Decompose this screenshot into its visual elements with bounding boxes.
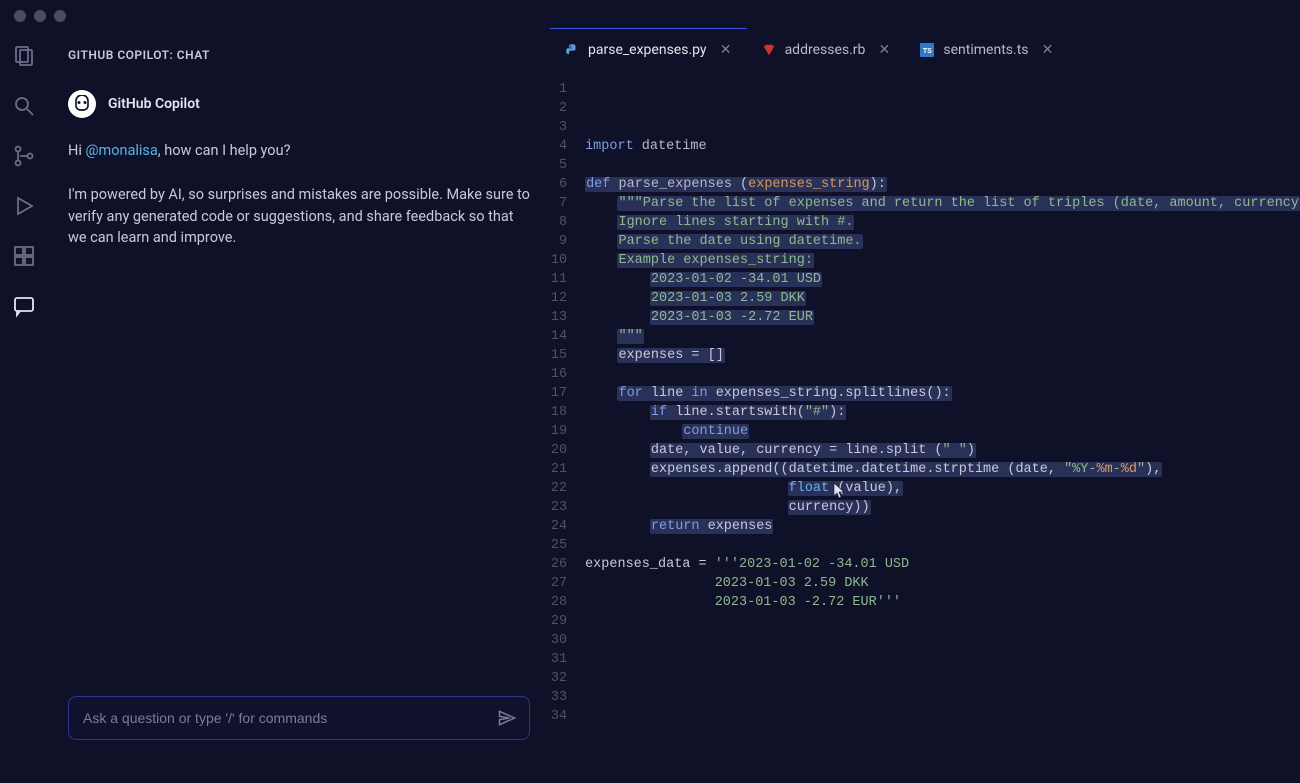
maximize-dot[interactable] [54, 10, 66, 22]
close-dot[interactable] [14, 10, 26, 22]
code-content[interactable]: import datetimedef parse_expenses (expen… [585, 80, 1300, 783]
tab-addresses[interactable]: addresses.rb ✕ [747, 28, 906, 70]
close-icon[interactable]: ✕ [719, 43, 733, 57]
minimize-dot[interactable] [34, 10, 46, 22]
chat-input[interactable] [83, 710, 497, 726]
copilot-avatar-icon [68, 90, 96, 118]
python-icon [564, 42, 580, 58]
line-gutter: 1234567891011121314151617181920212223242… [550, 80, 585, 783]
explorer-icon[interactable] [12, 44, 36, 68]
tab-sentiments[interactable]: TS sentiments.ts ✕ [905, 28, 1068, 70]
copilot-chat-panel: GITHUB COPILOT: CHAT GitHub Copilot Hi @… [48, 28, 550, 756]
tab-label: addresses.rb [785, 42, 866, 58]
ts-icon: TS [919, 42, 935, 58]
chat-panel-title: GITHUB COPILOT: CHAT [68, 48, 530, 62]
close-icon[interactable]: ✕ [1041, 43, 1055, 57]
chat-greeting: Hi @monalisa, how can I help you? [68, 140, 530, 162]
greeting-pre: Hi [68, 142, 85, 159]
send-icon[interactable] [497, 708, 517, 728]
code-area[interactable]: 1234567891011121314151617181920212223242… [550, 70, 1300, 783]
chat-notice: I'm powered by AI, so surprises and mist… [68, 184, 530, 249]
extensions-icon[interactable] [12, 244, 36, 268]
ruby-icon [761, 42, 777, 58]
activity-bar [0, 28, 48, 756]
window-controls [14, 10, 66, 22]
bot-name: GitHub Copilot [108, 96, 200, 112]
mouse-cursor-icon [768, 463, 782, 481]
tab-label: sentiments.ts [943, 42, 1028, 58]
run-debug-icon[interactable] [12, 194, 36, 218]
chat-icon[interactable] [12, 294, 36, 318]
source-control-icon[interactable] [12, 144, 36, 168]
svg-text:TS: TS [923, 47, 932, 54]
search-icon[interactable] [12, 94, 36, 118]
editor-area: parse_expenses.py ✕ addresses.rb ✕ TS se… [550, 28, 1300, 756]
greeting-post: , how can I help you? [158, 142, 291, 159]
tab-parse-expenses[interactable]: parse_expenses.py ✕ [550, 28, 747, 70]
bot-header: GitHub Copilot [68, 90, 530, 118]
tab-label: parse_expenses.py [588, 42, 707, 58]
chat-input-container[interactable] [68, 696, 530, 740]
editor-tabs: parse_expenses.py ✕ addresses.rb ✕ TS se… [550, 28, 1300, 70]
greeting-mention: @monalisa [85, 142, 157, 159]
close-icon[interactable]: ✕ [877, 43, 891, 57]
